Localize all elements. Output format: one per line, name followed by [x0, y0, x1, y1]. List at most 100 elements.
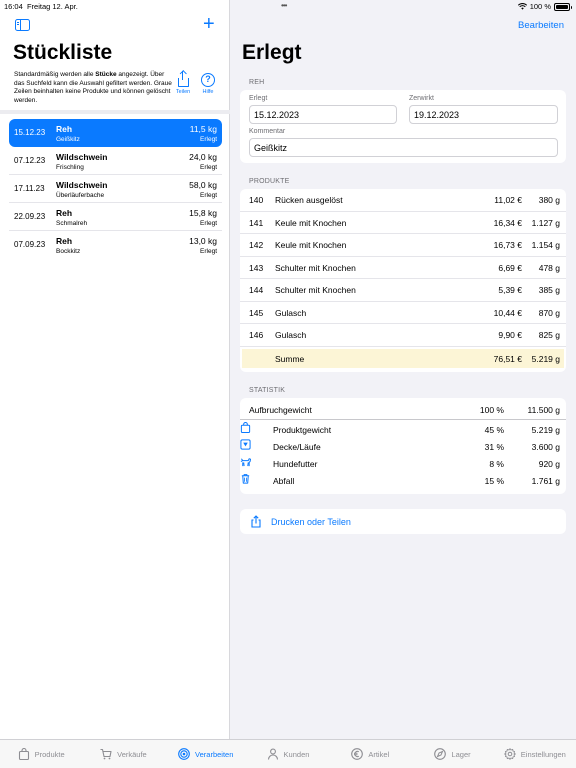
piece-list: 15.12.23 Reh Geißkitz 11,5 kg Erlegt 07.… [9, 119, 222, 259]
detail-pane: Bearbeiten Erlegt REH Erlegt 15.12.2023 … [231, 0, 576, 739]
item-date: 07.09.23 [14, 240, 46, 249]
stat-percent: 31 % [484, 442, 504, 452]
list-item[interactable]: 22.09.23 Reh Schmalreh 15,8 kg Erlegt [9, 203, 222, 231]
tab-lager[interactable]: Lager [411, 740, 493, 768]
product-number: 142 [249, 240, 264, 250]
stat-row: Decke/Läufe 31 % 3.600 g [240, 439, 566, 456]
product-weight: 870 g [538, 307, 560, 318]
multitasking-dots-icon[interactable]: ••• [281, 1, 287, 10]
product-weight: 1.127 g [531, 217, 560, 228]
product-weight: 385 g [538, 285, 560, 295]
product-name: Rücken ausgelöst [275, 195, 343, 205]
kommentar-field[interactable]: Geißkitz [249, 138, 558, 157]
item-name: Reh [56, 208, 73, 218]
product-price: 5,39 € [498, 285, 522, 295]
item-status: Erlegt [200, 164, 217, 171]
item-sub: Schmalreh [56, 220, 88, 227]
product-row[interactable]: 145 Gulasch 10,44 € 870 g [240, 302, 566, 324]
tab-produkte[interactable]: Produkte [0, 740, 82, 768]
tab-label: Verkäufe [117, 749, 147, 759]
product-number: 143 [249, 262, 264, 273]
stat-total-row: Aufbruchgewicht 100 % 11.500 g [240, 402, 566, 420]
trash-icon [241, 474, 250, 484]
sum-weight: 5.219 g [531, 354, 560, 364]
share-icon [251, 515, 261, 528]
product-weight: 1.154 g [531, 240, 560, 250]
status-right: 100 % [517, 2, 572, 11]
tab-verarbeiten[interactable]: Verarbeiten [165, 740, 247, 768]
print-share-button[interactable]: Drucken oder Teilen [240, 509, 566, 534]
sum-label: Summe [275, 354, 305, 364]
tab-label: Einstellungen [520, 749, 566, 759]
sidebar-toggle-icon[interactable] [15, 19, 30, 31]
edit-button[interactable]: Bearbeiten [518, 20, 564, 31]
item-date: 15.12.23 [14, 128, 46, 137]
product-price: 16,73 € [493, 240, 522, 250]
tab-kunden[interactable]: Kunden [247, 740, 329, 768]
zerwirkt-field[interactable]: 19.12.2023 [409, 105, 558, 124]
item-weight: 58,0 kg [189, 180, 217, 190]
stat-percent: 45 % [484, 425, 504, 435]
product-price: 10,44 € [493, 307, 522, 318]
sum-price: 76,51 € [493, 354, 522, 364]
dog-icon [240, 458, 252, 467]
item-status: Erlegt [200, 248, 217, 255]
location-icon [434, 748, 447, 760]
hide-icon [240, 439, 251, 450]
product-number: 146 [249, 330, 264, 340]
product-number: 141 [249, 217, 264, 228]
item-name: Reh [56, 236, 73, 246]
tab-artikel[interactable]: Artikel [329, 740, 411, 768]
tab-verkaeufe[interactable]: Verkäufe [82, 740, 164, 768]
stat-percent: 8 % [489, 459, 504, 469]
item-sub: Geißkitz [56, 136, 80, 143]
product-row[interactable]: 141 Keule mit Knochen 16,34 € 1.127 g [240, 212, 566, 234]
product-row[interactable]: 143 Schulter mit Knochen 6,69 € 478 g [240, 257, 566, 279]
stat-total-percent: 100 % [479, 405, 504, 415]
stat-row: Abfall 15 % 1.761 g [240, 473, 566, 490]
item-weight: 13,0 kg [189, 236, 217, 246]
product-row[interactable]: 146 Gulasch 9,90 € 825 g [240, 324, 566, 347]
product-price: 11,02 € [494, 195, 522, 205]
product-row[interactable]: 142 Keule mit Knochen 16,73 € 1.154 g [240, 234, 566, 257]
stat-row: Produktgewicht 45 % 5.219 g [240, 421, 566, 439]
list-item[interactable]: 07.12.23 Wildschwein Frischling 24,0 kg … [9, 147, 222, 175]
product-name: Keule mit Knochen [275, 217, 347, 228]
share-label: Teilen [175, 89, 191, 95]
status-time: 16:04 Freitag 12. Apr. [4, 2, 78, 11]
product-price: 16,34 € [493, 217, 522, 228]
stat-weight: 920 g [538, 459, 560, 469]
person-icon [267, 748, 278, 760]
stat-total-weight: 11.500 g [527, 405, 560, 415]
help-button[interactable]: ? Hilfe [196, 73, 220, 95]
list-item[interactable]: 17.11.23 Wildschwein Überläuferbache 58,… [9, 175, 222, 203]
tab-label: Verarbeiten [195, 749, 234, 759]
share-button[interactable]: Teilen [171, 71, 195, 95]
product-price: 9,90 € [498, 330, 522, 340]
tab-label: Produkte [34, 749, 65, 759]
product-row[interactable]: 140 Rücken ausgelöst 11,02 € 380 g [240, 189, 566, 212]
print-share-label: Drucken oder Teilen [271, 517, 351, 527]
item-date: 17.11.23 [14, 184, 45, 193]
section-header-produkte: PRODUKTE [249, 178, 290, 185]
list-item[interactable]: 07.09.23 Reh Bockkitz 13,0 kg Erlegt [9, 231, 222, 259]
product-name: Gulasch [275, 330, 307, 340]
product-row[interactable]: 144 Schulter mit Knochen 5,39 € 385 g [240, 279, 566, 302]
add-button[interactable]: + [203, 14, 215, 34]
item-status: Erlegt [200, 192, 217, 199]
stat-label: Produktgewicht [273, 425, 332, 435]
gear-icon [503, 748, 516, 760]
stat-label: Decke/Läufe [273, 442, 321, 452]
product-weight: 825 g [538, 330, 560, 340]
tab-einstellungen[interactable]: Einstellungen [494, 740, 576, 768]
erlegt-field[interactable]: 15.12.2023 [249, 105, 397, 124]
tab-bar: Produkte Verkäufe Verarbeiten Kunden Art… [0, 739, 576, 768]
product-weight: 380 g [538, 195, 560, 205]
stat-label: Hundefutter [273, 459, 318, 469]
list-item[interactable]: 15.12.23 Reh Geißkitz 11,5 kg Erlegt [9, 119, 222, 147]
sidebar: + Stückliste Standardmäßig werden alle S… [0, 0, 230, 739]
product-number: 144 [249, 285, 264, 295]
item-sub: Überläuferbache [56, 192, 105, 199]
section-header-reh: REH [249, 79, 265, 86]
product-number: 140 [249, 195, 264, 205]
